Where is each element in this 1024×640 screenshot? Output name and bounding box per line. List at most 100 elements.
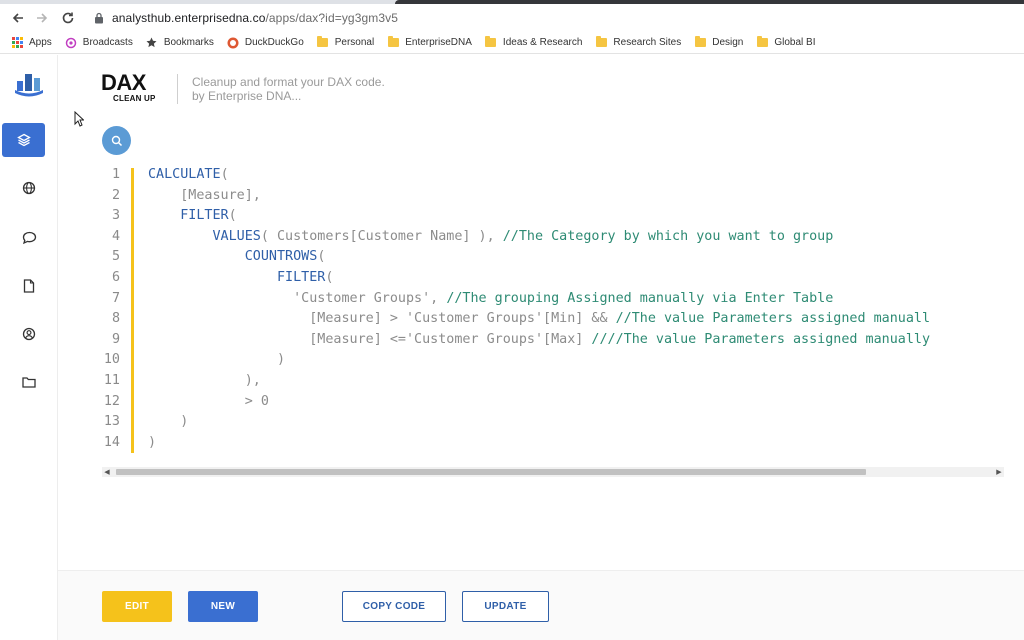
code-line[interactable]: 7 'Customer Groups', //The grouping Assi… bbox=[102, 289, 1004, 310]
forward-arrow-icon[interactable] bbox=[30, 6, 54, 30]
line-number: 1 bbox=[111, 167, 120, 182]
tagline-line-1: Cleanup and format your DAX code. bbox=[192, 75, 385, 89]
lock-icon[interactable] bbox=[92, 11, 106, 25]
code-comment: //The grouping Assigned manually via Ent… bbox=[446, 290, 834, 306]
code-line[interactable]: 3 FILTER( bbox=[102, 206, 1004, 227]
code-line[interactable]: 14) bbox=[102, 433, 1004, 454]
update-button[interactable]: UPDATE bbox=[462, 591, 549, 622]
code-text: [Measure] > 'Customer Groups'[Min] && //… bbox=[148, 309, 930, 330]
action-footer: EDIT NEW COPY CODE UPDATE bbox=[58, 570, 1024, 640]
search-icon bbox=[111, 135, 123, 147]
code-line[interactable]: 10 ) bbox=[102, 350, 1004, 371]
bookmark-item[interactable]: Bookmarks bbox=[145, 36, 214, 50]
copy-code-button[interactable]: COPY CODE bbox=[342, 591, 446, 622]
bookmark-item[interactable]: Personal bbox=[316, 36, 374, 50]
code-line[interactable]: 13 ) bbox=[102, 412, 1004, 433]
folder-icon bbox=[693, 36, 707, 50]
document-icon bbox=[23, 279, 35, 293]
code-line[interactable]: 5 COUNTROWS( bbox=[102, 247, 1004, 268]
code-text: > 0 bbox=[148, 392, 269, 413]
code-text: [Measure], bbox=[148, 186, 261, 207]
bookmark-item[interactable]: Apps bbox=[10, 36, 52, 50]
code-line[interactable]: 11 ), bbox=[102, 371, 1004, 392]
bookmark-item[interactable]: EnterpriseDNA bbox=[386, 36, 472, 50]
code-line[interactable]: 4 VALUES( Customers[Customer Name] ), //… bbox=[102, 227, 1004, 248]
scrollbar-thumb[interactable] bbox=[116, 469, 866, 475]
line-number: 4 bbox=[111, 228, 120, 244]
code-keyword: CALCULATE bbox=[148, 167, 221, 182]
bookmark-item[interactable]: Ideas & Research bbox=[484, 36, 583, 50]
code-line[interactable]: 6 FILTER( bbox=[102, 268, 1004, 289]
sidebar-item-layers[interactable] bbox=[2, 123, 45, 157]
code-line[interactable]: 2 [Measure], bbox=[102, 186, 1004, 207]
dax-cleanup-logo: DAX CLEAN UP bbox=[101, 70, 161, 105]
bookmark-label: Personal bbox=[334, 37, 375, 48]
scroll-right-arrow-icon[interactable]: ▶ bbox=[994, 467, 1004, 477]
bookmark-label: Ideas & Research bbox=[502, 37, 583, 48]
bookmark-item[interactable]: Research Sites bbox=[594, 36, 681, 50]
layers-icon bbox=[16, 133, 31, 147]
code-line[interactable]: 1 CALCULATE( bbox=[102, 165, 1004, 186]
code-line[interactable]: 9 [Measure] <='Customer Groups'[Max] ///… bbox=[102, 330, 1004, 351]
bookmark-label: Design bbox=[712, 37, 744, 48]
bookmark-item[interactable]: Design bbox=[693, 36, 743, 50]
folder-icon bbox=[755, 36, 769, 50]
sidebar-item-document[interactable] bbox=[0, 269, 58, 303]
line-number: 11 bbox=[103, 373, 120, 388]
line-number: 10 bbox=[103, 352, 120, 368]
sidebar-item-user[interactable] bbox=[0, 317, 58, 351]
folder-icon bbox=[594, 36, 608, 50]
code-token: ), bbox=[244, 373, 261, 388]
logo-subtitle: CLEAN UP bbox=[113, 94, 156, 103]
code-keyword: VALUES bbox=[212, 228, 261, 244]
bookmark-label: Global BI bbox=[774, 37, 816, 48]
code-editor[interactable]: 1 CALCULATE (2 [Measure], 3 FILTER(4 VALUES… bbox=[102, 165, 1004, 475]
bookmark-item[interactable]: DuckDuckGo bbox=[226, 36, 304, 50]
bookmark-item[interactable]: Global BI bbox=[755, 36, 816, 50]
search-button[interactable] bbox=[102, 126, 131, 155]
code-comment: ////The value Parameters assigned manual… bbox=[591, 331, 931, 347]
logo-title: DAX bbox=[101, 70, 146, 95]
bookmark-label: Bookmarks bbox=[163, 37, 214, 48]
bookmark-item[interactable]: Broadcasts bbox=[64, 36, 133, 50]
folder-icon bbox=[316, 36, 330, 50]
code-keyword: FILTER bbox=[180, 208, 229, 224]
enterprise-dna-logo-icon[interactable] bbox=[14, 69, 44, 97]
sidebar-item-globe[interactable] bbox=[0, 171, 58, 205]
horizontal-scrollbar[interactable]: ◀ ▶ bbox=[102, 467, 1004, 477]
code-text: 'Customer Groups', //The grouping Assign… bbox=[148, 289, 833, 310]
url-path: /apps/dax?id=yg3gm3v5 bbox=[265, 11, 398, 25]
bookmarks-bar: Apps Broadcasts Bookmarks DuckDuckGo Persona… bbox=[0, 32, 1024, 54]
bookmark-label: Apps bbox=[29, 37, 52, 48]
sidebar-item-chat[interactable] bbox=[0, 221, 58, 255]
apps-grid-icon bbox=[10, 36, 24, 50]
code-token: ( bbox=[325, 270, 334, 285]
code-keyword: COUNTROWS bbox=[244, 249, 318, 265]
code-token: ) bbox=[277, 352, 286, 368]
scroll-left-arrow-icon[interactable]: ◀ bbox=[102, 467, 112, 477]
back-arrow-icon[interactable] bbox=[6, 6, 30, 30]
new-button[interactable]: NEW bbox=[188, 591, 258, 622]
code-text: FILTER( bbox=[148, 268, 333, 289]
code-comment: //The value Parameters assigned manuall bbox=[615, 311, 931, 327]
url-bar[interactable]: analysthub.enterprisedna.co/apps/dax?id=… bbox=[112, 11, 398, 25]
sidebar-item-folder[interactable] bbox=[0, 365, 58, 399]
line-number: 12 bbox=[103, 393, 120, 409]
folder-icon bbox=[22, 376, 36, 388]
reload-icon[interactable] bbox=[56, 6, 80, 30]
app-header: DAX CLEAN UP Cleanup and format your DAX… bbox=[101, 72, 385, 106]
code-line[interactable]: 8 [Measure] > 'Customer Groups'[Min] && … bbox=[102, 309, 1004, 330]
edit-button[interactable]: EDIT bbox=[102, 591, 172, 622]
code-line[interactable]: 12 > 0 bbox=[102, 392, 1004, 413]
line-number: 14 bbox=[103, 434, 120, 450]
line-number: 9 bbox=[111, 331, 120, 347]
code-text: ), bbox=[148, 371, 261, 392]
line-number: 7 bbox=[111, 290, 120, 306]
